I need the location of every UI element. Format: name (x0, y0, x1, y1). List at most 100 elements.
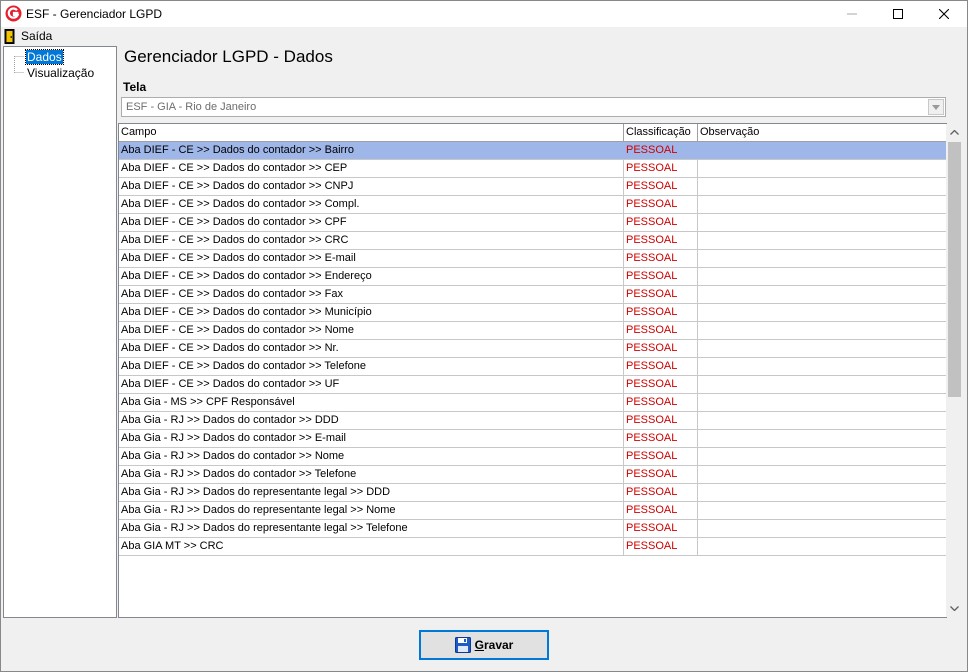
cell-classificacao[interactable]: PESSOAL (624, 268, 698, 285)
cell-observacao[interactable] (698, 340, 946, 357)
cell-classificacao[interactable]: PESSOAL (624, 232, 698, 249)
cell-observacao[interactable] (698, 430, 946, 447)
tela-select[interactable]: ESF - GIA - Rio de Janeiro (121, 97, 946, 117)
table-row[interactable]: Aba DIEF - CE >> Dados do contador >> Co… (119, 196, 946, 214)
cell-campo[interactable]: Aba Gia - MS >> CPF Responsável (119, 394, 624, 411)
cell-campo[interactable]: Aba DIEF - CE >> Dados do contador >> CE… (119, 160, 624, 177)
cell-classificacao[interactable]: PESSOAL (624, 286, 698, 303)
table-row[interactable]: Aba DIEF - CE >> Dados do contador >> Fa… (119, 286, 946, 304)
cell-classificacao[interactable]: PESSOAL (624, 142, 698, 159)
table-row[interactable]: Aba Gia - RJ >> Dados do representante l… (119, 520, 946, 538)
cell-campo[interactable]: Aba DIEF - CE >> Dados do contador >> No… (119, 322, 624, 339)
scroll-down-button[interactable] (946, 600, 963, 617)
cell-observacao[interactable] (698, 160, 946, 177)
cell-classificacao[interactable]: PESSOAL (624, 214, 698, 231)
table-row[interactable]: Aba DIEF - CE >> Dados do contador >> CP… (119, 214, 946, 232)
cell-campo[interactable]: Aba GIA MT >> CRC (119, 538, 624, 555)
table-row[interactable]: Aba Gia - MS >> CPF Responsável PESSOAL (119, 394, 946, 412)
cell-observacao[interactable] (698, 376, 946, 393)
cell-observacao[interactable] (698, 466, 946, 483)
cell-classificacao[interactable]: PESSOAL (624, 502, 698, 519)
cell-observacao[interactable] (698, 502, 946, 519)
cell-observacao[interactable] (698, 178, 946, 195)
cell-campo[interactable]: Aba DIEF - CE >> Dados do contador >> Co… (119, 196, 624, 213)
cell-classificacao[interactable]: PESSOAL (624, 520, 698, 537)
cell-observacao[interactable] (698, 538, 946, 555)
cell-classificacao[interactable]: PESSOAL (624, 160, 698, 177)
cell-classificacao[interactable]: PESSOAL (624, 484, 698, 501)
cell-campo[interactable]: Aba DIEF - CE >> Dados do contador >> CN… (119, 178, 624, 195)
cell-observacao[interactable] (698, 196, 946, 213)
cell-classificacao[interactable]: PESSOAL (624, 178, 698, 195)
scroll-thumb[interactable] (948, 142, 961, 397)
table-row[interactable]: Aba DIEF - CE >> Dados do contador >> UF… (119, 376, 946, 394)
cell-classificacao[interactable]: PESSOAL (624, 304, 698, 321)
cell-campo[interactable]: Aba Gia - RJ >> Dados do representante l… (119, 520, 624, 537)
cell-observacao[interactable] (698, 268, 946, 285)
table-row[interactable]: Aba Gia - RJ >> Dados do contador >> E-m… (119, 430, 946, 448)
cell-classificacao[interactable]: PESSOAL (624, 358, 698, 375)
cell-observacao[interactable] (698, 322, 946, 339)
cell-campo[interactable]: Aba DIEF - CE >> Dados do contador >> Fa… (119, 286, 624, 303)
cell-campo[interactable]: Aba DIEF - CE >> Dados do contador >> Nr… (119, 340, 624, 357)
cell-observacao[interactable] (698, 520, 946, 537)
cell-observacao[interactable] (698, 358, 946, 375)
cell-campo[interactable]: Aba DIEF - CE >> Dados do contador >> UF (119, 376, 624, 393)
cell-campo[interactable]: Aba DIEF - CE >> Dados do contador >> E-… (119, 250, 624, 267)
cell-observacao[interactable] (698, 214, 946, 231)
table-row[interactable]: Aba DIEF - CE >> Dados do contador >> E-… (119, 250, 946, 268)
scroll-up-button[interactable] (946, 124, 963, 141)
cell-observacao[interactable] (698, 142, 946, 159)
cell-observacao[interactable] (698, 484, 946, 501)
table-row[interactable]: Aba Gia - RJ >> Dados do contador >> DDD… (119, 412, 946, 430)
cell-classificacao[interactable]: PESSOAL (624, 196, 698, 213)
cell-campo[interactable]: Aba DIEF - CE >> Dados do contador >> Ba… (119, 142, 624, 159)
table-row[interactable]: Aba GIA MT >> CRC PESSOAL (119, 538, 946, 556)
table-row[interactable]: Aba Gia - RJ >> Dados do representante l… (119, 502, 946, 520)
cell-classificacao[interactable]: PESSOAL (624, 376, 698, 393)
table-row[interactable]: Aba DIEF - CE >> Dados do contador >> CE… (119, 160, 946, 178)
table-row[interactable]: Aba DIEF - CE >> Dados do contador >> En… (119, 268, 946, 286)
cell-observacao[interactable] (698, 250, 946, 267)
cell-observacao[interactable] (698, 394, 946, 411)
cell-campo[interactable]: Aba Gia - RJ >> Dados do representante l… (119, 484, 624, 501)
table-row[interactable]: Aba DIEF - CE >> Dados do contador >> Te… (119, 358, 946, 376)
cell-classificacao[interactable]: PESSOAL (624, 466, 698, 483)
cell-observacao[interactable] (698, 232, 946, 249)
cell-classificacao[interactable]: PESSOAL (624, 394, 698, 411)
table-row[interactable]: Aba DIEF - CE >> Dados do contador >> Mu… (119, 304, 946, 322)
cell-classificacao[interactable]: PESSOAL (624, 412, 698, 429)
cell-observacao[interactable] (698, 304, 946, 321)
cell-campo[interactable]: Aba DIEF - CE >> Dados do contador >> CR… (119, 232, 624, 249)
cell-campo[interactable]: Aba Gia - RJ >> Dados do contador >> Tel… (119, 466, 624, 483)
cell-campo[interactable]: Aba DIEF - CE >> Dados do contador >> En… (119, 268, 624, 285)
menu-exit-item[interactable]: Saída (4, 28, 52, 44)
table-row[interactable]: Aba Gia - RJ >> Dados do contador >> Tel… (119, 466, 946, 484)
save-button[interactable]: Gravar (419, 630, 549, 660)
table-row[interactable]: Aba DIEF - CE >> Dados do contador >> Nr… (119, 340, 946, 358)
cell-campo[interactable]: Aba DIEF - CE >> Dados do contador >> Mu… (119, 304, 624, 321)
cell-observacao[interactable] (698, 448, 946, 465)
column-header-observacao[interactable]: Observação (698, 124, 946, 142)
cell-campo[interactable]: Aba DIEF - CE >> Dados do contador >> Te… (119, 358, 624, 375)
cell-observacao[interactable] (698, 286, 946, 303)
tela-select-dropdown-button[interactable] (928, 99, 944, 115)
cell-classificacao[interactable]: PESSOAL (624, 322, 698, 339)
cell-campo[interactable]: Aba Gia - RJ >> Dados do representante l… (119, 502, 624, 519)
cell-classificacao[interactable]: PESSOAL (624, 250, 698, 267)
tree-item-dados[interactable]: Dados (25, 49, 64, 65)
maximize-button[interactable] (875, 1, 921, 27)
cell-classificacao[interactable]: PESSOAL (624, 430, 698, 447)
minimize-button[interactable] (829, 1, 875, 27)
cell-campo[interactable]: Aba Gia - RJ >> Dados do contador >> E-m… (119, 430, 624, 447)
cell-classificacao[interactable]: PESSOAL (624, 340, 698, 357)
table-row[interactable]: Aba DIEF - CE >> Dados do contador >> CR… (119, 232, 946, 250)
column-header-campo[interactable]: Campo (119, 124, 624, 142)
cell-campo[interactable]: Aba Gia - RJ >> Dados do contador >> DDD (119, 412, 624, 429)
cell-classificacao[interactable]: PESSOAL (624, 538, 698, 555)
tree-item-visualizacao[interactable]: Visualização (26, 66, 95, 80)
table-row[interactable]: Aba Gia - RJ >> Dados do representante l… (119, 484, 946, 502)
table-row[interactable]: Aba Gia - RJ >> Dados do contador >> Nom… (119, 448, 946, 466)
cell-campo[interactable]: Aba DIEF - CE >> Dados do contador >> CP… (119, 214, 624, 231)
close-button[interactable] (921, 1, 967, 27)
